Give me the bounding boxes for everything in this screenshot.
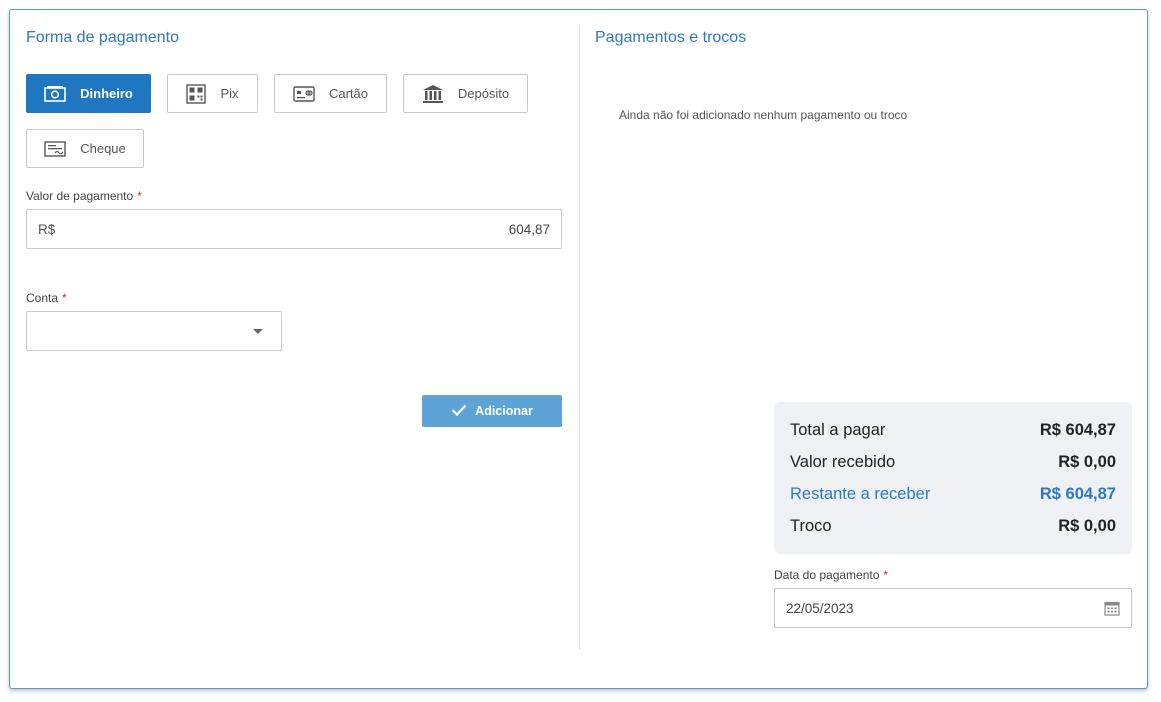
checkmark-icon	[451, 404, 467, 419]
method-cash-label: Dinheiro	[80, 86, 133, 101]
payment-date-value: 22/05/2023	[786, 600, 854, 616]
payment-panel: Forma de pagamento Dinheiro Pix Cartão D…	[9, 9, 1148, 689]
amount-input[interactable]: R$ 604,87	[26, 209, 562, 249]
account-label: Conta *	[26, 291, 67, 305]
method-check-button[interactable]: Cheque	[26, 129, 144, 168]
amount-label: Valor de pagamento *	[26, 189, 142, 203]
chevron-down-icon	[253, 329, 263, 334]
check-icon	[44, 140, 66, 157]
payment-date-input[interactable]: 22/05/2023	[774, 588, 1132, 628]
empty-payments-message: Ainda não foi adicionado nenhum pagament…	[619, 108, 908, 122]
method-deposit-button[interactable]: Depósito	[403, 74, 528, 113]
add-button-label: Adicionar	[475, 404, 533, 418]
card-icon	[293, 85, 315, 102]
cash-icon	[44, 85, 66, 103]
add-payment-button[interactable]: Adicionar	[422, 395, 562, 427]
payment-method-title: Forma de pagamento	[26, 29, 179, 46]
method-cash-button[interactable]: Dinheiro	[26, 74, 151, 113]
summary-row-change: Troco R$ 0,00	[790, 516, 1116, 535]
calendar-icon[interactable]	[1104, 600, 1120, 616]
method-pix-label: Pix	[220, 86, 239, 101]
qr-code-icon	[186, 83, 207, 104]
method-check-label: Cheque	[80, 141, 126, 156]
method-deposit-label: Depósito	[457, 86, 510, 101]
currency-prefix: R$	[38, 221, 56, 237]
method-pix-button[interactable]: Pix	[167, 74, 258, 113]
column-divider	[579, 25, 580, 649]
account-select[interactable]	[26, 311, 282, 351]
summary-row-remaining: Restante a receber R$ 604,87	[790, 484, 1116, 503]
summary-row-received: Valor recebido R$ 0,00	[790, 452, 1116, 471]
summary-row-total: Total a pagar R$ 604,87	[790, 420, 1116, 439]
amount-value: 604,87	[508, 221, 550, 237]
method-card-button[interactable]: Cartão	[274, 74, 387, 113]
payments-title: Pagamentos e trocos	[595, 29, 747, 46]
payment-summary: Total a pagar R$ 604,87 Valor recebido R$ …	[774, 402, 1132, 554]
bank-icon	[422, 84, 444, 104]
payment-date-label: Data do pagamento *	[774, 568, 889, 582]
method-card-label: Cartão	[328, 86, 369, 101]
